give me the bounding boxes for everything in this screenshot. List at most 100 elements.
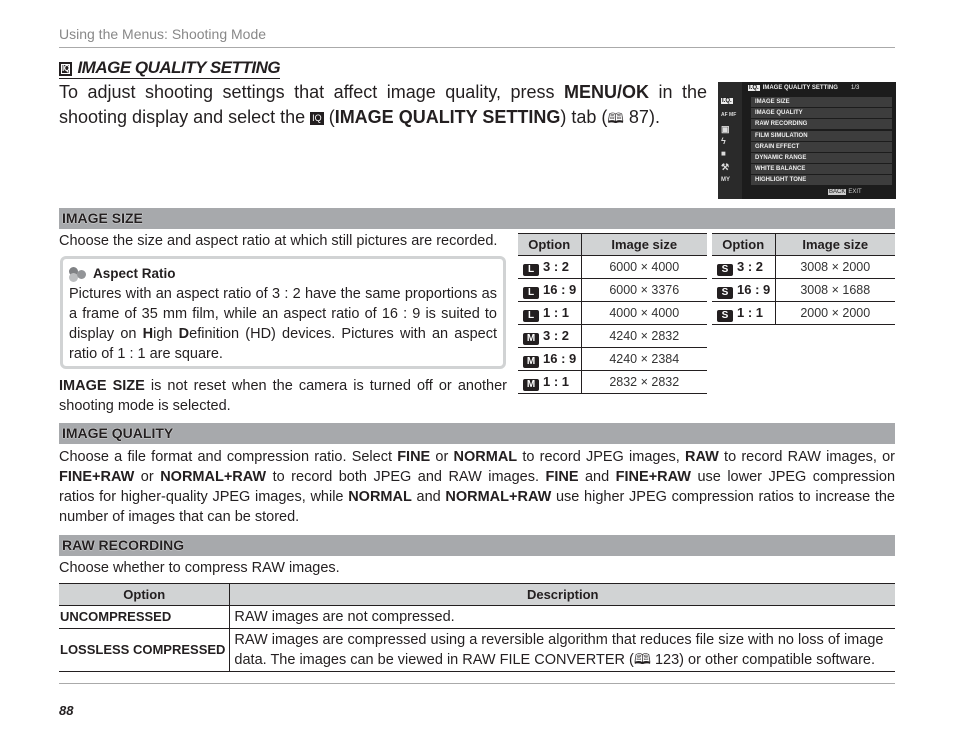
camera-menu-item: DYNAMIC RANGE	[751, 152, 892, 163]
footer-divider	[59, 683, 895, 684]
image-size-note: IMAGE SIZE is not reset when the camera …	[59, 376, 507, 416]
text: to record RAW images, or	[718, 449, 896, 465]
image-size-cell: 2832 × 2832	[581, 370, 707, 394]
camera-menu-item: FILM SIMULATION	[751, 130, 892, 141]
page-reference[interactable]: 87	[629, 107, 649, 127]
camera-menu-item: IMAGE SIZE	[751, 97, 892, 107]
col-option: Option	[518, 233, 582, 256]
intro-text: ).	[648, 107, 660, 127]
hint-body: Pictures with an aspect ratio of 3 : 2 h…	[69, 284, 497, 364]
raw-recording-heading: RAW RECORDING	[59, 535, 895, 556]
size-s-icon: S	[717, 309, 733, 322]
option-name: FINE	[397, 449, 431, 465]
header-divider	[59, 47, 895, 48]
book-icon: 🕮	[607, 110, 624, 126]
hint-title-text: Aspect Ratio	[93, 266, 176, 281]
intro-paragraph: To adjust shooting settings that affect …	[59, 80, 707, 131]
raw-recording-table: Option Description UNCOMPRESSED RAW imag…	[59, 583, 895, 672]
image-quality-heading: IMAGE QUALITY	[59, 423, 895, 444]
camera-menu-title: I.Q. IMAGE QUALITY SETTING	[748, 85, 838, 91]
text: or	[134, 469, 161, 485]
image-size-heading: IMAGE SIZE	[59, 208, 895, 229]
col-description: Description	[229, 583, 895, 606]
col-image-size: Image size	[581, 233, 707, 256]
hint-icon	[69, 267, 87, 282]
size-l-icon: L	[523, 263, 539, 276]
image-size-cell: 4240 × 2832	[581, 324, 707, 348]
option-cell: M 16 : 9	[518, 347, 582, 371]
col-image-size: Image size	[775, 233, 895, 256]
image-quality-description: Choose a file format and compression rat…	[59, 447, 895, 527]
text: and	[578, 469, 616, 485]
my-menu-tab-icon: MY	[721, 177, 730, 183]
aspect-ratio: 1 : 1	[543, 373, 570, 389]
option-name: NORMAL+RAW	[160, 469, 267, 485]
col-option: Option	[712, 233, 776, 256]
option-cell: UNCOMPRESSED	[59, 605, 231, 629]
camera-menu-item: WHITE BALANCE	[751, 164, 892, 175]
table-row: LOSSLESS COMPRESSED RAW images are compr…	[59, 628, 895, 672]
af-mf-tab-icon: AF MF	[721, 112, 737, 118]
aspect-ratio-hint: Aspect Ratio Pictures with an aspect rat…	[60, 256, 506, 369]
camera-menu-footer: BACK EXIT	[828, 189, 862, 195]
image-size-note-bold: IMAGE SIZE	[59, 378, 145, 394]
table-row: L 1 : 1 4000 × 4000	[518, 301, 707, 325]
option-cell: L 1 : 1	[518, 301, 582, 325]
raw-recording-description: Choose whether to compress RAW images.	[59, 560, 340, 576]
image-size-cell: 4000 × 4000	[581, 301, 707, 325]
running-head: Using the Menus: Shooting Mode	[59, 26, 267, 42]
size-s-icon: S	[717, 286, 733, 299]
flash-tab-icon: ϟ	[721, 136, 726, 146]
tab-name: IMAGE QUALITY SETTING	[334, 107, 561, 127]
table-row: UNCOMPRESSED RAW images are not compress…	[59, 605, 895, 629]
camera-menu-item: HIGHLIGHT TONE	[751, 175, 892, 186]
description-cell: RAW images are not compressed.	[229, 605, 895, 629]
iq-tab-icon: IQ	[59, 62, 73, 76]
size-m-icon: M	[523, 332, 539, 345]
option-name: FINE+RAW	[59, 469, 135, 485]
intro-text: ) tab (	[560, 107, 608, 127]
section-title: IQ IMAGE QUALITY SETTING	[59, 58, 281, 79]
text: or	[430, 449, 454, 465]
image-size-table-left: Option Image size L 3 : 2 6000 × 4000 L 16 :…	[518, 233, 707, 394]
size-m-icon: M	[523, 355, 539, 368]
description-cell: RAW images are compressed using a revers…	[229, 628, 895, 672]
intro-text: To adjust shooting settings that affect …	[59, 82, 564, 102]
option-cell: S 16 : 9	[712, 278, 776, 302]
size-s-icon: S	[717, 263, 733, 276]
option-name: NORMAL	[348, 489, 412, 505]
option-name: FINE+RAW	[615, 469, 691, 485]
table-row: M 3 : 2 4240 × 2832	[518, 324, 707, 348]
image-size-cell: 6000 × 3376	[581, 278, 707, 302]
text: to record JPEG images,	[517, 449, 686, 465]
hint-text: igh	[153, 326, 179, 342]
option-cell: M 3 : 2	[518, 324, 582, 348]
table-row: L 3 : 2 6000 × 4000	[518, 255, 707, 279]
camera-menu-items: IMAGE SIZE IMAGE QUALITY RAW RECORDING F…	[751, 97, 892, 187]
option-name: NORMAL+RAW	[445, 489, 552, 505]
table-row: M 1 : 1 2832 × 2832	[518, 370, 707, 394]
aspect-ratio: 3 : 2	[737, 258, 764, 274]
aspect-ratio: 16 : 9	[543, 281, 577, 297]
table-row: S 3 : 2 3008 × 2000	[712, 255, 895, 279]
option-name: RAW	[685, 449, 719, 465]
image-size-cell: 3008 × 1688	[775, 278, 895, 302]
option-name: NORMAL	[453, 449, 518, 465]
exit-label: EXIT	[848, 189, 862, 195]
intro-text: (	[323, 107, 335, 127]
page-number: 88	[59, 703, 74, 718]
menu-ok-label: MENU/OK	[563, 82, 649, 102]
size-l-icon: L	[523, 309, 539, 322]
aspect-ratio: 1 : 1	[543, 304, 570, 320]
text: to record both JPEG and RAW images.	[266, 469, 546, 485]
option-cell: S 1 : 1	[712, 301, 776, 325]
wrench-tab-icon: ⚒	[721, 162, 730, 172]
camera-menu-sidebar: I.Q. AF MF ▣ ϟ ■ ⚒ MY	[718, 82, 742, 199]
table-row: S 16 : 9 3008 × 1688	[712, 278, 895, 302]
table-row: L 16 : 9 6000 × 3376	[518, 278, 707, 302]
iq-tab-icon: I.Q.	[721, 98, 733, 104]
camera-menu-item: IMAGE QUALITY	[751, 108, 892, 119]
option-cell: LOSSLESS COMPRESSED	[59, 628, 231, 672]
image-size-cell: 3008 × 2000	[775, 255, 895, 279]
camera-menu-screen: I.Q. AF MF ▣ ϟ ■ ⚒ MY I.Q. IMAGE QUALITY …	[718, 82, 896, 199]
